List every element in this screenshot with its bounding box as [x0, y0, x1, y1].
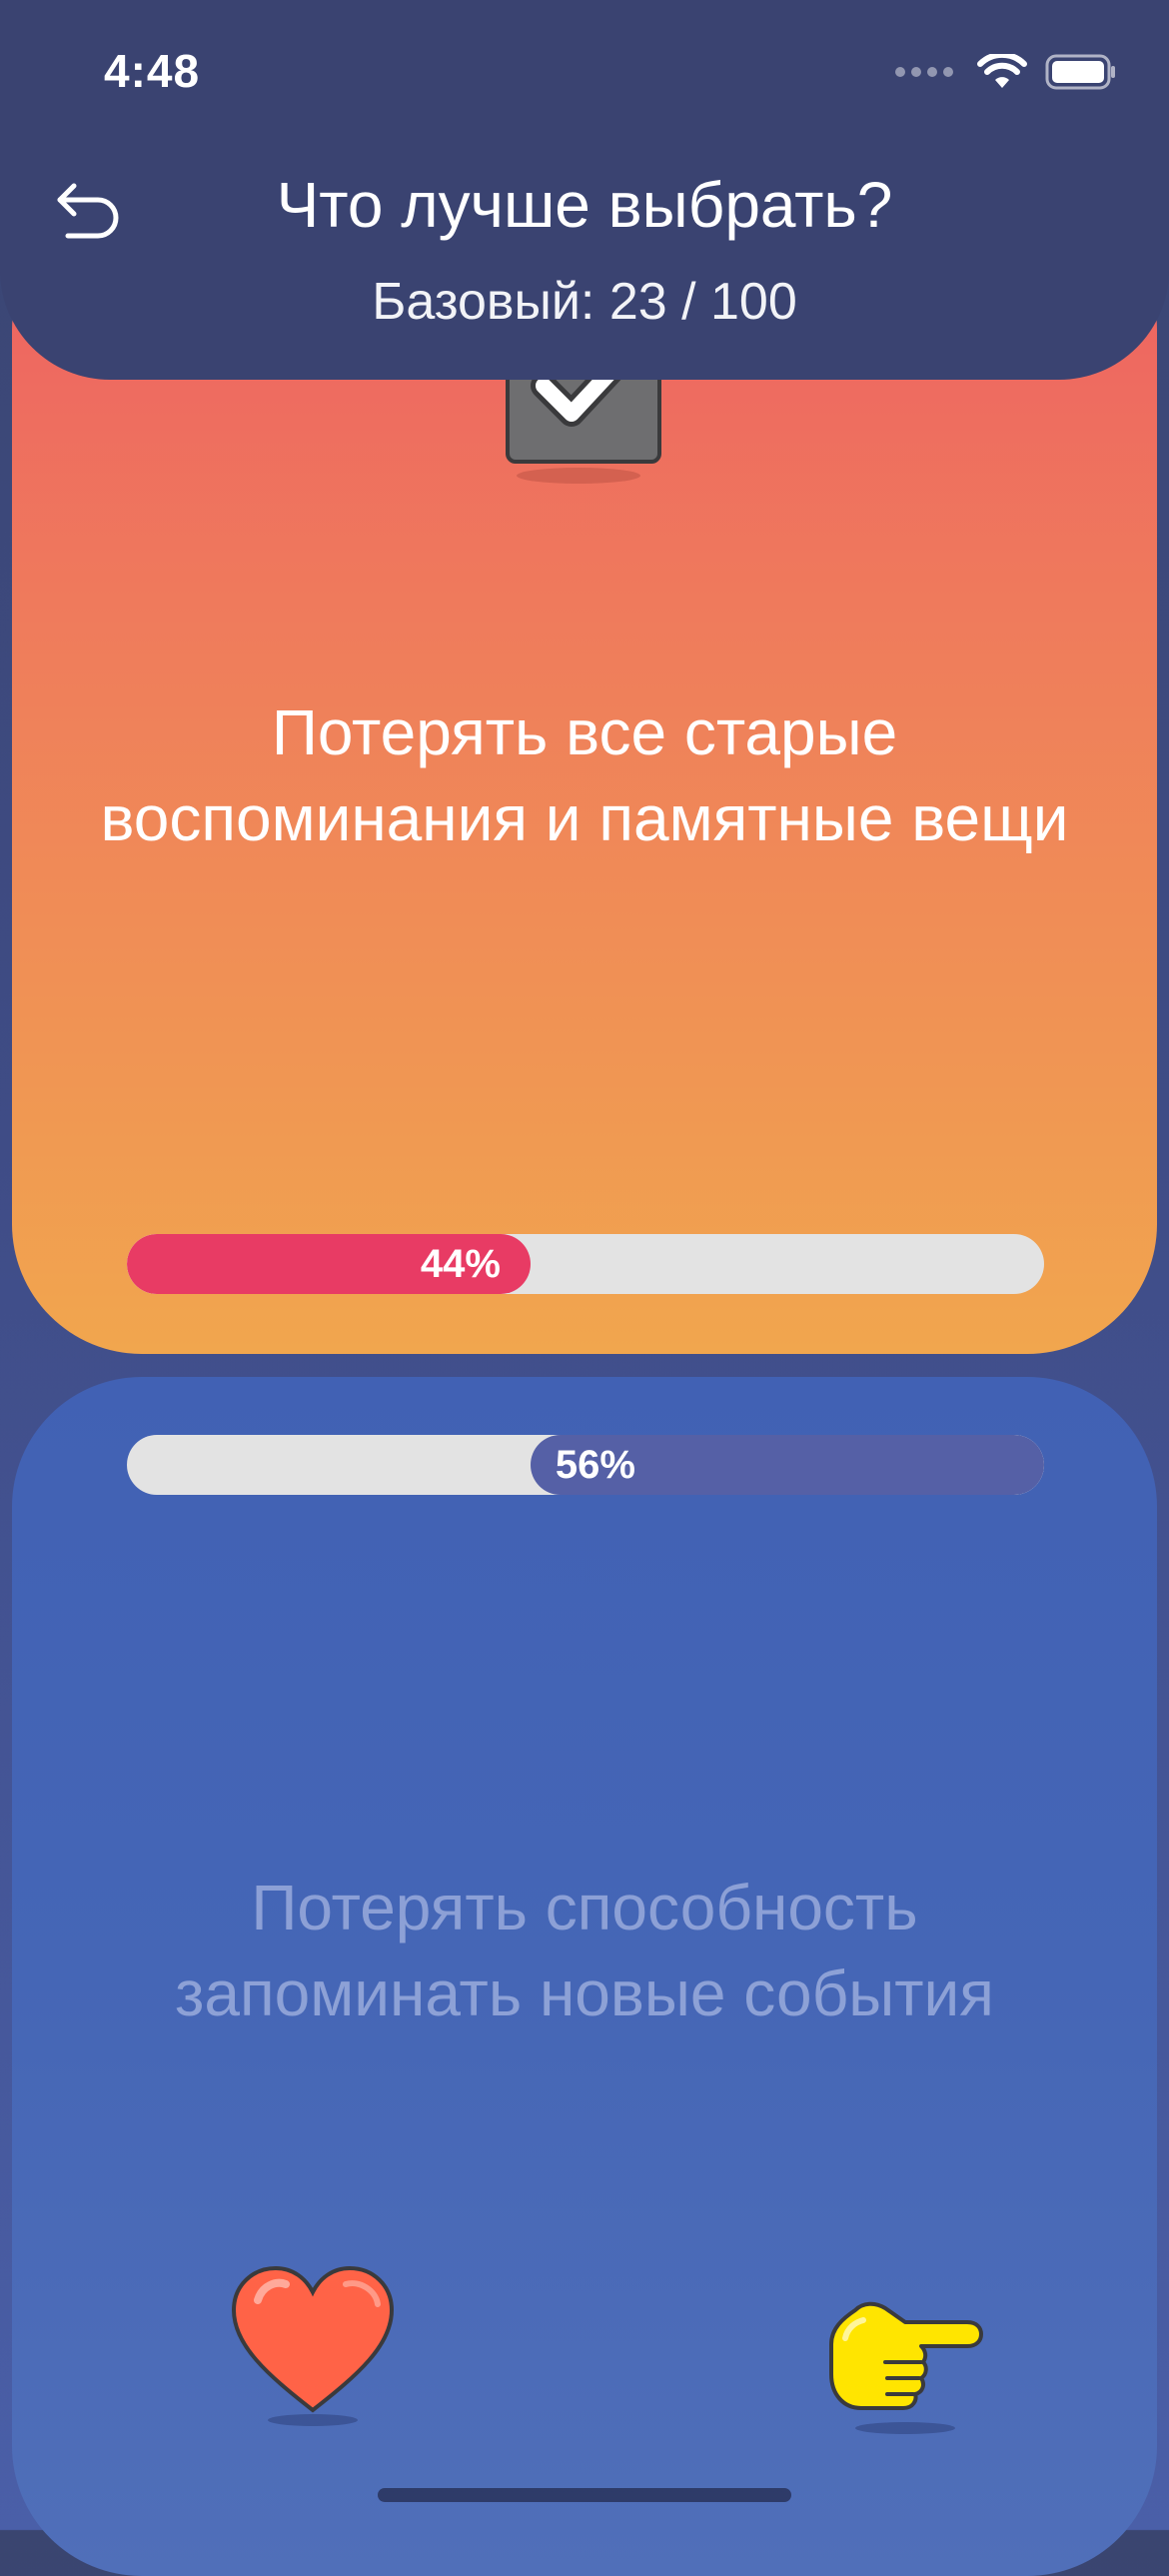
progress-bar-bottom: 56%	[127, 1435, 1044, 1495]
level-progress-text: Базовый: 23 / 100	[372, 273, 797, 331]
progress-bar-top: 44%	[127, 1234, 1044, 1294]
home-indicator[interactable]	[378, 2488, 791, 2502]
battery-icon	[1045, 54, 1117, 90]
pointing-hand-icon[interactable]	[825, 2288, 985, 2438]
progress-fill-bottom: 56%	[530, 1435, 1044, 1495]
progress-fill-top: 44%	[127, 1234, 531, 1294]
wifi-icon	[977, 54, 1027, 90]
page-title: Что лучше выбрать?	[276, 169, 893, 241]
cellular-signal-icon	[895, 67, 953, 77]
status-time: 4:48	[104, 45, 201, 97]
status-bar-right	[895, 52, 1117, 92]
percent-label-bottom: 56%	[555, 1442, 635, 1487]
heart-icon[interactable]	[228, 2260, 398, 2430]
option-text-top: Потерять все старые воспоминания и памят…	[100, 696, 1069, 854]
percent-label-top: 44%	[420, 1241, 501, 1286]
header: 4:48 Что лучше выбрать? Базовый: 23 / 10…	[0, 0, 1169, 380]
option-text-bottom: Потерять способность запоминать новые со…	[175, 1872, 994, 2029]
